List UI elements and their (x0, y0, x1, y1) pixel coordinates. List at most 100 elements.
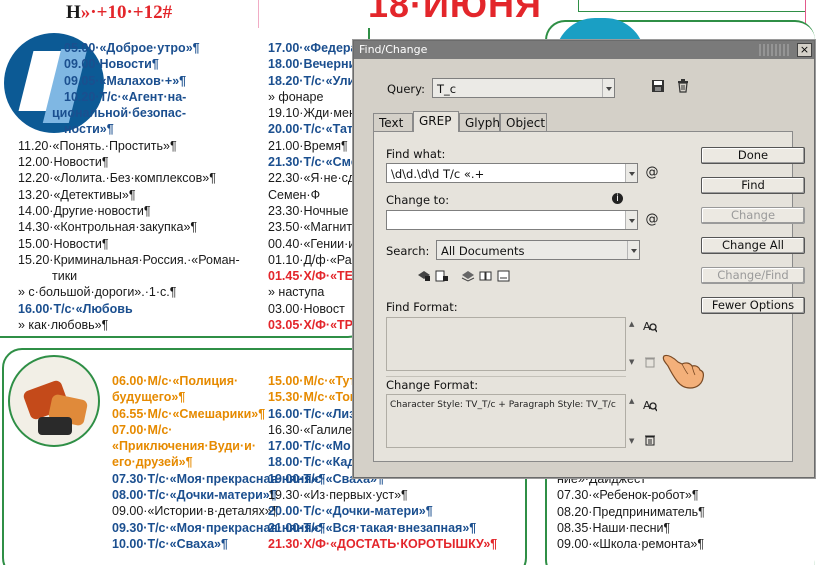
listing-line: 14.30·«Контрольная·закупка»¶ (18, 220, 198, 235)
header-date-hash: # (542, 0, 552, 1)
scroll-up-icon[interactable]: ▲ (629, 320, 634, 328)
header-left-prefix: Н (66, 2, 81, 23)
dialog-title: Find/Change (354, 41, 814, 59)
info-icon: i (612, 193, 623, 204)
change-all-button[interactable]: Change All (701, 237, 805, 254)
listing-line: 12.00·Новости¶ (18, 155, 109, 170)
include-footnotes-icon[interactable] (496, 270, 512, 286)
specify-attributes-icon[interactable]: A (642, 319, 658, 335)
listing-line: 09.00·«Школа·ремонта»¶ (557, 537, 705, 552)
listing-line: 00.40·«Гении·и (268, 236, 356, 251)
listing-line: 22.30·«Я·не·сд (268, 171, 356, 186)
listing-line: 01.45·Х/Ф·«ТЕ (268, 269, 354, 284)
listing-line: 01.10·Д/ф·«Ра (268, 252, 352, 267)
listing-line: 05.00·«Доброе·утро»¶ (64, 41, 200, 55)
change-to-input[interactable] (386, 210, 638, 230)
query-label: Query: (387, 82, 425, 96)
listing-line: 23.50·«Магнит (268, 220, 353, 235)
search-select[interactable]: All Documents (436, 240, 640, 260)
listing-line: 21.00·Время¶ (268, 138, 348, 153)
tab-glyph[interactable]: Glyph (459, 113, 500, 131)
specify-attributes-icon[interactable]: A (642, 398, 658, 414)
listing-line: Семен·Ф (268, 187, 321, 202)
change-to-label: Change to: (386, 193, 450, 207)
listing-line: 18.20·Т/с·«Ули (268, 73, 356, 88)
search-label: Search: (386, 244, 430, 258)
save-icon[interactable] (650, 79, 666, 95)
listing-line: 12.20·«Лолита.·Без·комплексов»¶ (18, 171, 216, 186)
header-date: 18·ИЮНЯ (368, 0, 542, 25)
find-what-value: \d\d.\d\d T/c «.+ (391, 167, 485, 181)
find-what-label: Find what: (386, 147, 446, 161)
listing-line: » фонаре (268, 89, 324, 104)
find-format-label: Find Format: (386, 300, 458, 314)
listing-line: 21.30·Х/Ф·«ДОСТАТЬ·КОРОТЫШКУ»¶ (268, 536, 498, 551)
tab-grep[interactable]: GREP (413, 111, 459, 132)
listing-line: 13.20·«Детективы»¶ (18, 187, 136, 202)
listing-line: » наступа (268, 285, 325, 300)
include-locked-stories-icon[interactable] (434, 270, 450, 286)
find-button[interactable]: Find (701, 177, 805, 194)
listing-line: » как·любовь»¶ (18, 318, 109, 333)
at-glyph: @ (645, 212, 659, 227)
listing-line: 03.05·Х/Ф·«ТР (268, 318, 354, 333)
listing-line: 21.30·Т/с·«Сме (268, 155, 358, 170)
listing-line: 08.20·Предприниматель¶ (557, 504, 705, 519)
change-button[interactable]: Change (701, 207, 805, 224)
listing-line: 20.00·Т/с·«Тат (268, 122, 354, 137)
hand-pointer-icon (660, 350, 706, 392)
scroll-up-icon[interactable]: ▲ (629, 397, 634, 405)
tab-object[interactable]: Object (500, 113, 547, 131)
fewer-options-button[interactable]: Fewer Options (701, 297, 805, 314)
grep-pane: Find what: \d\d.\d\d T/c «.+ @ Change to… (373, 131, 805, 462)
chevron-down-icon (627, 241, 639, 259)
listing-line: 14.00·Другие·новости¶ (18, 203, 151, 218)
listing-line: 15.00·Новости¶ (18, 236, 109, 251)
find-format-box[interactable] (386, 317, 626, 371)
find-change-dialog: Find/Change × Query: T_c Text GREP Glyph… (353, 40, 815, 478)
trash-icon[interactable] (675, 79, 691, 95)
listing-line: 15.20·Криминальная·Россия.·«Роман- (18, 252, 240, 267)
listing-line: 21.00·Т/с·«Вся·такая·внезапная»¶ (268, 520, 477, 535)
listing-column-5: ние»·Дайджест 07.30·«Ребенок-робот»¶ 08.20… (557, 471, 705, 552)
clear-attributes-icon[interactable] (642, 434, 658, 450)
change-find-button[interactable]: Change/Find (701, 267, 805, 284)
change-format-label: Change Format: (386, 378, 479, 392)
special-characters-icon[interactable]: @ (644, 165, 660, 181)
listing-line: 20.00·Т/с·«Дочки-матери»¶ (268, 504, 433, 519)
listing-line: 10.20·Т/с·«Агент·на- (64, 89, 187, 104)
query-select[interactable]: T_c (432, 78, 615, 98)
scroll-down-icon[interactable]: ▼ (629, 358, 634, 366)
info-glyph: i (616, 193, 619, 204)
change-format-value: Character Style: TV_T/c + Paragraph Styl… (390, 400, 616, 410)
search-value: All Documents (441, 244, 525, 258)
special-characters-icon[interactable]: @ (644, 212, 660, 228)
divider (386, 376, 626, 377)
tab-text[interactable]: Text (373, 113, 413, 131)
find-what-input[interactable]: \d\d.\d\d T/c «.+ (386, 163, 638, 183)
listing-line: 19.30·«Из·первых·уст»¶ (268, 488, 408, 503)
at-glyph: @ (645, 165, 659, 180)
chevron-down-icon (625, 211, 637, 229)
listing-line: 16.00·Т/с·«Любовь (18, 301, 133, 316)
listing-line: 07.30·«Ребенок-робот»¶ (557, 488, 699, 503)
include-locked-layers-icon[interactable] (416, 270, 432, 286)
listing-line: 17.00·«Федера (268, 41, 358, 55)
listing-line: 09.05·«Малахов·+»¶ (64, 73, 187, 88)
listing-line: 09.00·Новости¶ (64, 57, 159, 72)
title-grip (759, 44, 791, 56)
listing-line: 08.35·Наши·песни¶ (557, 520, 671, 535)
clear-attributes-icon[interactable] (642, 356, 658, 372)
listing-line: 23.30·Ночные (268, 203, 349, 218)
ctc-logo (8, 355, 100, 447)
include-master-pages-icon[interactable] (478, 270, 494, 286)
query-value: T_c (437, 82, 457, 96)
close-button[interactable]: × (797, 43, 812, 57)
header-left-rest: »·+10· (80, 2, 133, 23)
done-button[interactable]: Done (701, 147, 805, 164)
include-hidden-layers-icon[interactable] (460, 270, 476, 286)
scroll-down-icon[interactable]: ▼ (629, 437, 634, 445)
listing-line: 03.00·Новост (268, 301, 345, 316)
header-left-hash: # (162, 2, 173, 23)
listing-line: тики (52, 269, 78, 284)
